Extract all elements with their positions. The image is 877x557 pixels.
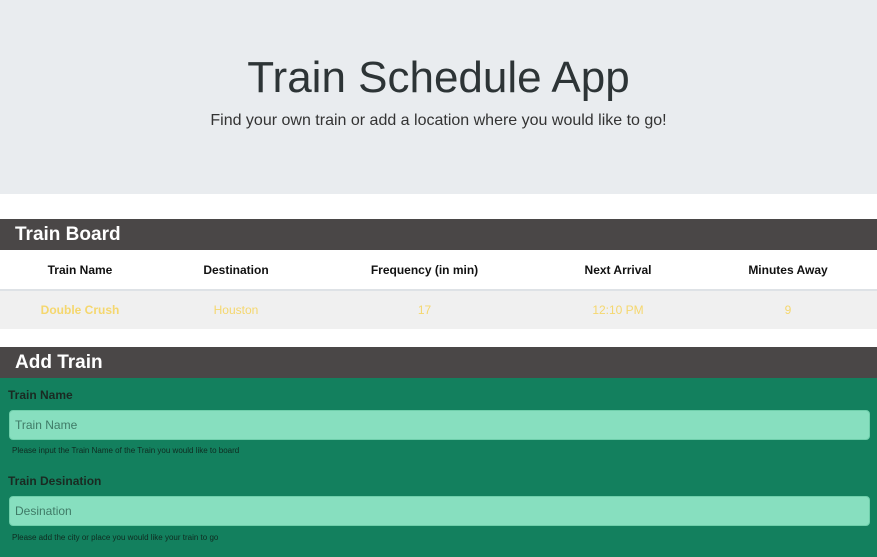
column-header-train-name[interactable]: Train Name [0,250,160,291]
column-header-next-arrival[interactable]: Next Arrival [537,250,699,291]
cell-minutes-away: 9 [699,290,877,329]
cell-train-name: Double Crush [0,290,160,329]
cell-frequency: 17 [312,290,537,329]
table-header-row: Train Name Destination Frequency (in min… [0,250,877,291]
cell-destination: Houston [160,290,312,329]
column-header-frequency[interactable]: Frequency (in min) [312,250,537,291]
train-destination-input[interactable] [9,496,870,526]
train-name-label: Train Name [8,388,73,402]
add-train-header: Add Train [0,347,877,378]
column-header-destination[interactable]: Destination [160,250,312,291]
train-name-input[interactable] [9,410,870,440]
train-destination-label: Train Desination [8,474,102,488]
train-board-table: Train Name Destination Frequency (in min… [0,250,877,329]
table-row: Double Crush Houston 17 12:10 PM 9 [0,290,877,329]
column-header-minutes-away[interactable]: Minutes Away [699,250,877,291]
train-name-help: Please input the Train Name of the Train… [12,446,240,455]
jumbotron: Train Schedule App Find your own train o… [0,0,877,194]
train-board-header: Train Board [0,219,877,250]
train-destination-help: Please add the city or place you would l… [12,533,219,542]
page-subtitle: Find your own train or add a location wh… [210,112,667,129]
cell-next-arrival: 12:10 PM [537,290,699,329]
page-title: Train Schedule App [247,53,630,102]
add-train-form: Train Name Please input the Train Name o… [0,378,877,557]
